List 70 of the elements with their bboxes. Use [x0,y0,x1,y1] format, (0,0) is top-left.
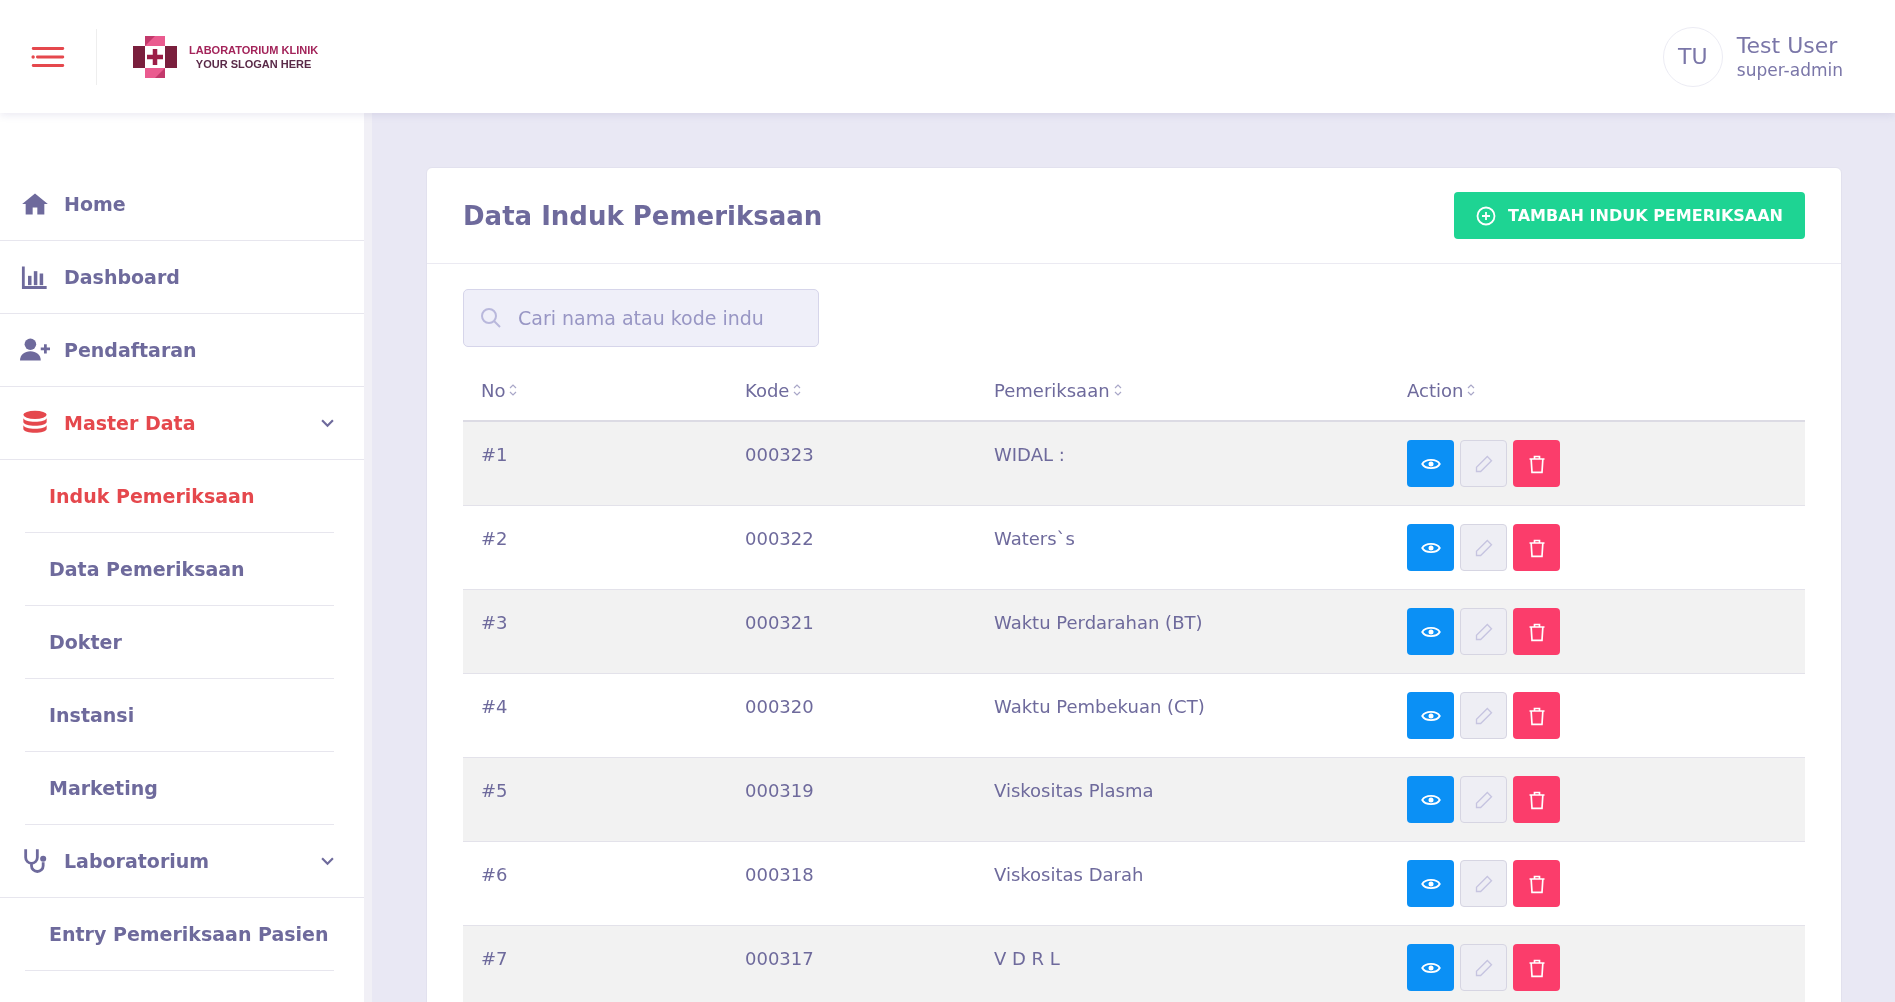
column-header[interactable]: Pemeriksaan [976,360,1389,420]
view-button[interactable] [1407,944,1454,991]
pencil-icon [1473,537,1494,558]
pencil-icon [1473,957,1494,978]
pencil-icon [1473,621,1494,642]
sidebar-item[interactable]: Laboratorium [0,825,364,898]
delete-button[interactable] [1513,440,1560,487]
table-cell-text: V D R L [993,947,1061,971]
sidebar-subitem[interactable]: Entry Pemeriksaan Pasien [25,898,334,971]
sidebar-item[interactable]: Pendaftaran [0,314,364,387]
table-cell-text: #2 [480,527,509,551]
delete-button[interactable] [1513,776,1560,823]
sidebar-subitem[interactable]: Marketing [25,752,334,825]
sidebar-subitem[interactable]: Instansi [25,679,334,752]
table-cell-text: #5 [480,779,509,803]
sidebar-subitem[interactable]: Data Pemeriksaan [25,533,334,606]
delete-button[interactable] [1513,524,1560,571]
sort-icon [1113,383,1122,397]
view-button[interactable] [1407,692,1454,739]
sort-icon [793,383,802,397]
user-role: super-admin [1736,60,1843,80]
sidebar-subitem[interactable]: Induk Pemeriksaan [25,460,334,533]
delete-button[interactable] [1513,692,1560,739]
table-cell-text: 000318 [744,863,815,887]
table-cell-text: 000322 [744,527,815,551]
view-button[interactable] [1407,608,1454,655]
search-field[interactable]: Cari nama atau kode indu [463,289,819,347]
table-cell-text: 000319 [744,779,815,803]
table-cell-text: 000321 [744,611,815,635]
sidebar-item[interactable]: Home [0,168,364,241]
menu-icon [31,45,65,68]
sort-icon [1467,383,1476,397]
table-cell-text: #1 [480,443,509,467]
table-cell-text: Viskositas Plasma [993,779,1155,803]
table-cell-text: 000323 [744,443,815,467]
table-cell-text: #7 [480,947,509,971]
page-title: Data Induk Pemeriksaan [463,200,823,231]
table-cell-text: Waktu Pembekuan (CT) [993,695,1206,719]
table-cell-text: Viskositas Darah [993,863,1145,887]
column-header[interactable]: No [463,360,727,420]
table-cell-text: Waktu Perdarahan (BT) [993,611,1204,635]
delete-button[interactable] [1513,608,1560,655]
column-header[interactable]: Kode [727,360,976,420]
table-cell-text: 000320 [744,695,815,719]
sidebar-item[interactable]: Master Data [0,387,364,460]
table-cell-text: #3 [480,611,509,635]
table-cell-text: #4 [480,695,509,719]
sidebar-subitem[interactable]: Dokter [25,606,334,679]
view-button[interactable] [1407,776,1454,823]
sort-icon [509,383,518,397]
view-button[interactable] [1407,524,1454,571]
table-cell-text: #6 [480,863,509,887]
logo-icon [133,35,177,78]
pencil-icon [1473,789,1494,810]
table-cell-text: Waters`s [993,527,1076,551]
delete-button[interactable] [1513,860,1560,907]
brand-title: LABORATORIUM KLINIK [189,42,319,57]
table-cell-text: WIDAL : [993,443,1066,467]
sidebar-item[interactable]: Dashboard [0,241,364,314]
pencil-icon [1473,873,1494,894]
pencil-icon [1473,705,1494,726]
plus-circle-icon [1476,205,1497,226]
view-button[interactable] [1407,440,1454,487]
user-name: Test User [1736,33,1839,58]
brand-slogan: YOUR SLOGAN HERE [195,56,312,71]
delete-button[interactable] [1513,944,1560,991]
column-header[interactable]: Action [1389,360,1805,420]
table-cell-text: 000317 [744,947,815,971]
pencil-icon [1473,453,1494,474]
view-button[interactable] [1407,860,1454,907]
